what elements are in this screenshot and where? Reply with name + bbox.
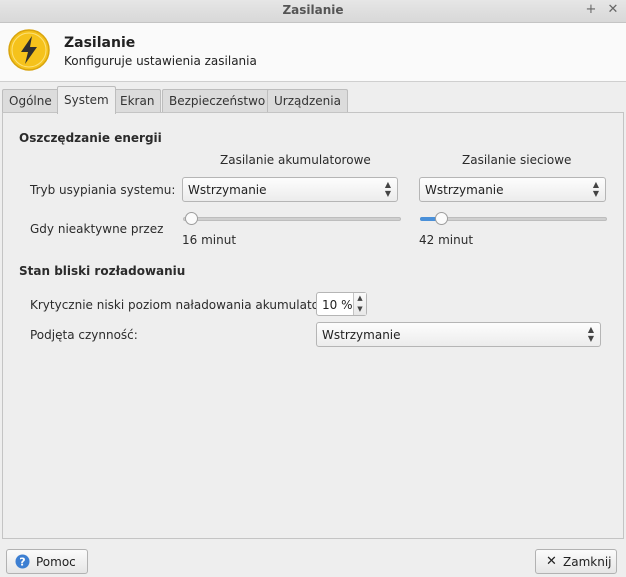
dialog-footer: ? Pomoc ✕ Zamknij — [0, 540, 626, 577]
battery-column-header: Zasilanie akumulatorowe — [220, 153, 371, 167]
inactive-label: Gdy nieaktywne przez — [30, 222, 164, 236]
help-icon: ? — [15, 554, 30, 569]
svg-text:?: ? — [19, 556, 25, 569]
updown-arrows-icon: ▲ ▼ — [587, 325, 594, 343]
stick-icon[interactable]: + — [582, 1, 600, 19]
updown-arrows-icon: ▲ ▼ — [384, 180, 391, 198]
critical-level-label: Krytycznie niski poziom naładowania akum… — [30, 298, 336, 312]
critical-action-value: Wstrzymanie — [322, 328, 401, 342]
system-tab-panel: Oszczędzanie energii Zasilanie akumulato… — [2, 112, 624, 539]
header-subtitle: Konfiguruje ustawienia zasilania — [64, 54, 257, 68]
tab-security[interactable]: Bezpieczeństwo — [162, 89, 273, 113]
critical-level-value: 10 % — [322, 298, 353, 312]
critical-level-spinbox[interactable]: 10 % ▲ ▼ — [316, 292, 367, 316]
tab-devices[interactable]: Urządzenia — [267, 89, 348, 113]
tab-bar: Ogólne System Ekran Bezpieczeństwo Urząd… — [0, 86, 626, 114]
help-button-label: Pomoc — [36, 555, 76, 569]
dialog-header: Zasilanie Konfiguruje ustawienia zasilan… — [0, 23, 626, 82]
close-icon: ✕ — [546, 554, 557, 569]
slider-handle[interactable] — [435, 212, 448, 225]
critical-action-select[interactable]: Wstrzymanie ▲ ▼ — [316, 322, 601, 347]
close-button-label: Zamknij — [563, 555, 612, 569]
critical-section-title: Stan bliski rozładowaniu — [19, 264, 186, 278]
ac-inactive-slider[interactable] — [420, 211, 607, 227]
slider-track — [183, 217, 401, 221]
spin-updown-icon[interactable]: ▲ ▼ — [353, 293, 366, 315]
battery-inactive-slider[interactable] — [183, 211, 401, 227]
battery-inactive-value: 16 minut — [182, 233, 237, 247]
updown-arrows-icon: ▲ ▼ — [592, 180, 599, 198]
close-window-icon[interactable]: ✕ — [604, 1, 622, 19]
power-lightning-icon — [8, 29, 50, 71]
tab-system[interactable]: System — [57, 86, 116, 114]
battery-sleep-mode-value: Wstrzymanie — [188, 183, 267, 197]
header-title: Zasilanie — [64, 35, 136, 51]
tab-display[interactable]: Ekran — [113, 89, 162, 113]
ac-column-header: Zasilanie sieciowe — [462, 153, 572, 167]
ac-sleep-mode-value: Wstrzymanie — [425, 183, 504, 197]
critical-action-label: Podjęta czynność: — [30, 328, 138, 342]
energy-section-title: Oszczędzanie energii — [19, 131, 162, 145]
slider-handle[interactable] — [185, 212, 198, 225]
window-title: Zasilanie — [282, 3, 344, 17]
ac-inactive-value: 42 minut — [419, 233, 474, 247]
sleep-mode-label: Tryb usypiania systemu: — [30, 183, 176, 197]
ac-sleep-mode-select[interactable]: Wstrzymanie ▲ ▼ — [419, 177, 606, 202]
window-titlebar[interactable]: Zasilanie + ✕ — [0, 0, 626, 23]
close-button[interactable]: ✕ Zamknij — [535, 549, 617, 574]
tab-general[interactable]: Ogólne — [2, 89, 59, 113]
help-button[interactable]: ? Pomoc — [6, 549, 88, 574]
slider-track — [420, 217, 607, 221]
battery-sleep-mode-select[interactable]: Wstrzymanie ▲ ▼ — [182, 177, 398, 202]
